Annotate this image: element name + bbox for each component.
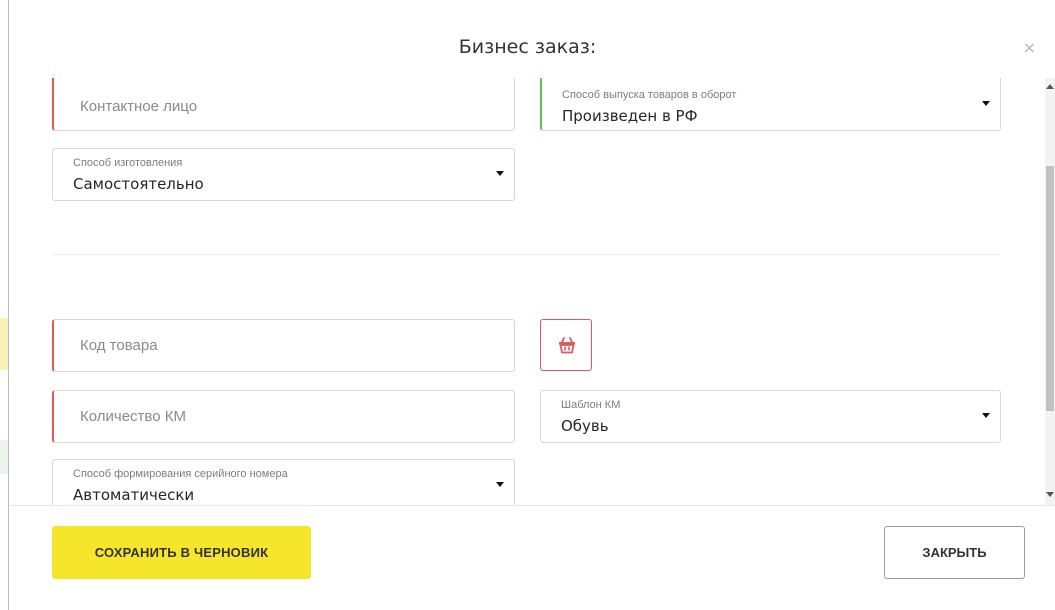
save-draft-button[interactable]: СОХРАНИТЬ В ЧЕРНОВИК bbox=[52, 526, 311, 579]
product-code-field[interactable]: Код товара bbox=[52, 319, 515, 372]
background-edge-highlight bbox=[0, 440, 8, 474]
manufacture-method-label: Способ изготовления bbox=[73, 157, 183, 169]
form-scroll-area: Контактное лицо Способ выпуска товаров в… bbox=[10, 78, 1055, 505]
release-method-label: Способ выпуска товаров в оборот bbox=[562, 89, 737, 101]
delete-product-button[interactable] bbox=[540, 319, 592, 371]
chevron-down-icon bbox=[982, 413, 990, 418]
modal-title: Бизнес заказ: bbox=[458, 36, 597, 58]
close-icon[interactable]: × bbox=[1023, 40, 1036, 56]
background-edge-highlight bbox=[0, 318, 8, 370]
km-quantity-field[interactable]: Количество КМ bbox=[52, 390, 515, 443]
trash-basket-icon bbox=[559, 337, 575, 354]
section-divider bbox=[52, 254, 1000, 255]
release-method-select[interactable]: Способ выпуска товаров в оборот Произвед… bbox=[540, 78, 1001, 131]
chevron-down-icon bbox=[982, 101, 990, 106]
business-order-modal: Бизнес заказ: × Контактное лицо Способ в… bbox=[0, 0, 1055, 610]
serial-method-value: Автоматически bbox=[73, 486, 195, 504]
chevron-down-icon bbox=[496, 171, 504, 176]
modal-footer: СОХРАНИТЬ В ЧЕРНОВИК ЗАКРЫТЬ bbox=[10, 505, 1055, 610]
km-quantity-placeholder: Количество КМ bbox=[80, 408, 186, 425]
km-template-select[interactable]: Шаблон КМ Обувь bbox=[540, 390, 1001, 443]
scroll-up-icon[interactable] bbox=[1046, 84, 1054, 89]
km-template-value: Обувь bbox=[561, 417, 609, 435]
product-code-placeholder: Код товара bbox=[80, 337, 158, 354]
manufacture-method-select[interactable]: Способ изготовления Самостоятельно bbox=[52, 148, 515, 201]
manufacture-method-value: Самостоятельно bbox=[73, 175, 204, 193]
contact-person-field[interactable]: Контактное лицо bbox=[52, 78, 515, 131]
form-scrollbar[interactable] bbox=[1045, 78, 1055, 505]
serial-method-select[interactable]: Способ формирования серийного номера Авт… bbox=[52, 459, 515, 505]
scrollbar-thumb[interactable] bbox=[1046, 166, 1054, 411]
contact-person-placeholder: Контактное лицо bbox=[80, 98, 198, 115]
scroll-down-icon[interactable] bbox=[1046, 492, 1054, 497]
close-button[interactable]: ЗАКРЫТЬ bbox=[884, 526, 1025, 579]
background-page-edge bbox=[0, 0, 9, 610]
chevron-down-icon bbox=[496, 482, 504, 487]
km-template-label: Шаблон КМ bbox=[561, 399, 621, 411]
release-method-value: Произведен в РФ bbox=[562, 107, 698, 125]
serial-method-label: Способ формирования серийного номера bbox=[73, 468, 288, 480]
